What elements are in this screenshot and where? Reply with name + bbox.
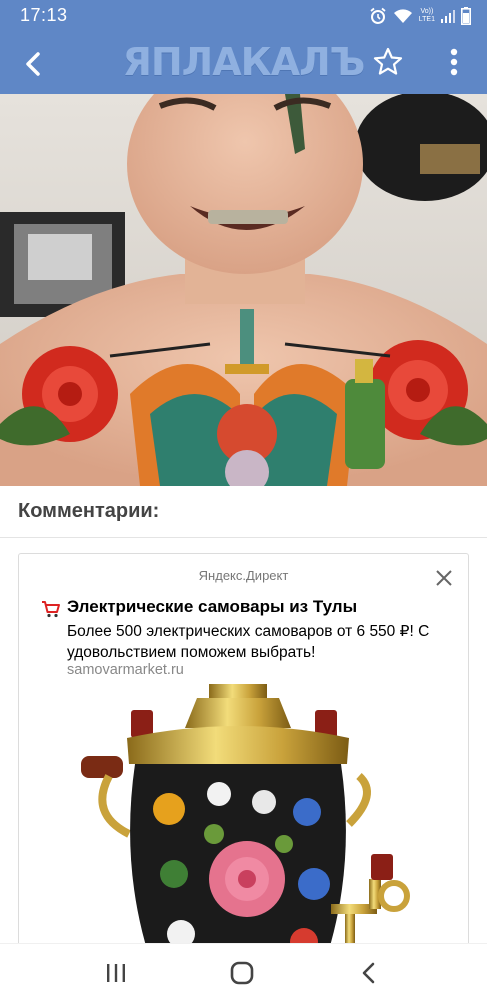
cart-icon <box>42 601 60 618</box>
ad-title[interactable]: Электрические самовары из Тулы <box>67 597 357 617</box>
comments-title: Комментарии: <box>18 500 160 522</box>
close-icon[interactable] <box>434 568 454 588</box>
home-icon[interactable] <box>229 960 255 986</box>
wifi-icon <box>393 9 412 23</box>
ad-card[interactable]: Яндекс.Директ Электрические самовары из … <box>18 553 469 975</box>
post-photo[interactable] <box>0 94 487 486</box>
signal-icon <box>441 10 455 23</box>
alarm-icon <box>370 7 386 24</box>
app-header: ЯПЛАКАЛЪ <box>0 32 487 94</box>
star-icon[interactable] <box>372 46 404 78</box>
ad-source[interactable]: Яндекс.Директ <box>19 568 468 583</box>
ad-image[interactable] <box>69 684 429 974</box>
recent-apps-icon[interactable] <box>104 962 128 984</box>
site-logo[interactable]: ЯПЛАКАЛЪ <box>0 40 487 84</box>
status-time: 17:13 <box>20 5 68 25</box>
ad-domain[interactable]: samovarmarket.ru <box>67 662 184 678</box>
more-vert-icon[interactable] <box>440 46 468 78</box>
status-icons: Vo)) LTE1 <box>369 6 471 26</box>
status-bar: 17:13 Vo)) LTE1 <box>0 0 487 32</box>
back-icon[interactable] <box>358 960 380 986</box>
ad-text[interactable]: Более 500 электрических самоваров от 6 5… <box>67 621 447 663</box>
system-nav-bar <box>0 943 487 1001</box>
comments-divider <box>0 537 487 538</box>
network-type: Vo)) LTE1 <box>418 8 435 23</box>
post-photo-graphic <box>0 94 487 486</box>
battery-icon <box>461 7 471 25</box>
